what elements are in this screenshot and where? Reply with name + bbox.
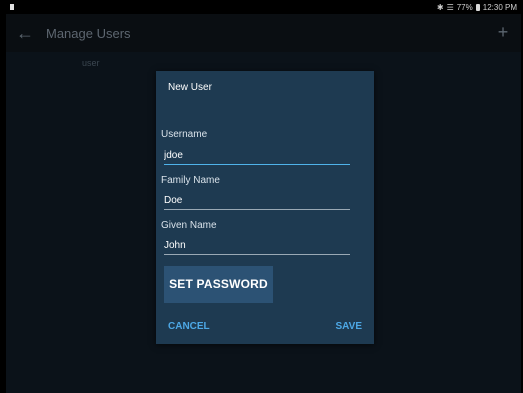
app-bar: ← Manage Users + bbox=[6, 14, 521, 52]
battery-icon bbox=[475, 4, 480, 11]
given-name-field[interactable] bbox=[164, 238, 350, 255]
battery-percent: 77% bbox=[456, 3, 473, 12]
family-name-field[interactable] bbox=[164, 193, 350, 210]
status-bar: ✱ ☰ 77% 12:30 PM bbox=[6, 0, 521, 14]
wifi-icon: ☰ bbox=[446, 3, 454, 12]
status-time: 12:30 PM bbox=[482, 3, 517, 12]
username-label: Username bbox=[161, 129, 208, 140]
status-icons: ✱ ☰ 77% 12:30 PM bbox=[437, 3, 517, 12]
cancel-button[interactable]: CANCEL bbox=[168, 321, 210, 333]
family-name-label: Family Name bbox=[161, 175, 220, 186]
page-title: Manage Users bbox=[46, 26, 131, 41]
bluetooth-icon: ✱ bbox=[436, 3, 444, 12]
list-header: user bbox=[82, 58, 100, 68]
notification-icon bbox=[10, 4, 14, 10]
dialog-title: New User bbox=[168, 82, 212, 93]
given-name-label: Given Name bbox=[161, 220, 217, 231]
set-password-button[interactable]: SET PASSWORD bbox=[164, 266, 273, 303]
screen: ✱ ☰ 77% 12:30 PM ← Manage Users + user N… bbox=[0, 0, 523, 393]
save-button[interactable]: SAVE bbox=[336, 321, 363, 333]
username-field[interactable] bbox=[164, 148, 350, 165]
plus-icon[interactable]: + bbox=[493, 22, 513, 42]
new-user-dialog: New User Username Family Name Given Name… bbox=[156, 71, 374, 344]
arrow-left-icon[interactable]: ← bbox=[14, 23, 36, 43]
